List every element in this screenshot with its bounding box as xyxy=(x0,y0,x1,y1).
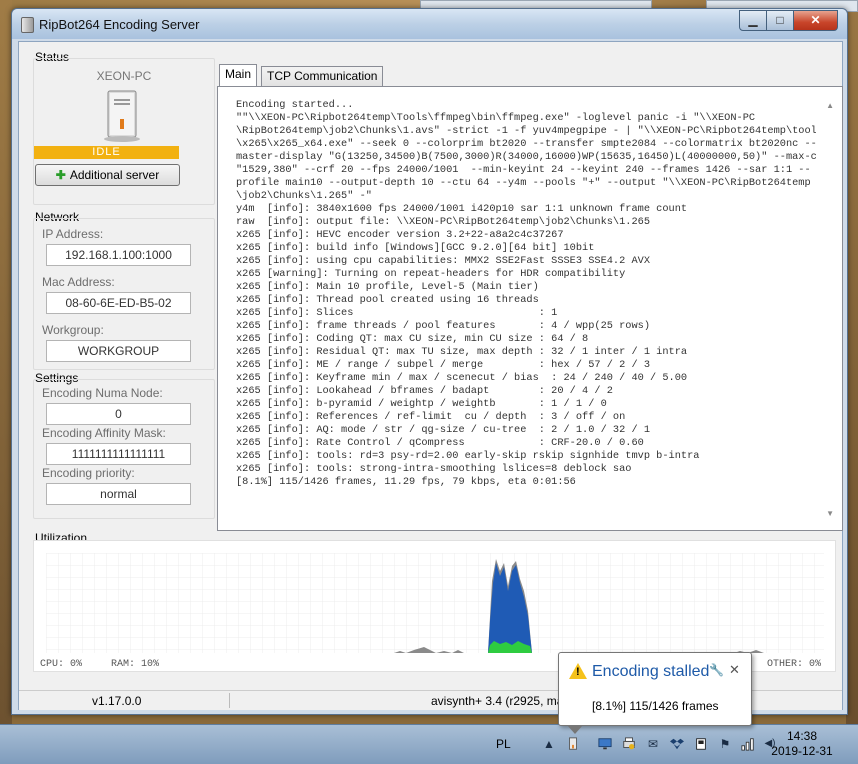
dropbox-icon[interactable] xyxy=(669,737,685,751)
ripbot-window: RipBot264 Encoding Server ▁ □ ✕ Status X… xyxy=(11,8,848,715)
ram-usage-text: RAM: 10% xyxy=(111,659,160,670)
ip-field[interactable]: 192.168.1.100:1000 xyxy=(46,244,191,266)
affinity-field[interactable]: 1111111111111111 xyxy=(46,443,191,465)
avisynth-text: avisynth+ 3.4 (r2925, mas xyxy=(431,694,570,708)
log-line: master-display "G(13250,34500)B(7500,300… xyxy=(236,151,816,163)
network-group: IP Address: 192.168.1.100:1000 Mac Addre… xyxy=(33,218,215,370)
scroll-up-arrow-icon[interactable]: ▲ xyxy=(826,101,834,110)
notification-message: [8.1%] 115/1426 frames xyxy=(592,699,719,713)
network-icon[interactable] xyxy=(740,737,756,751)
log-line: profile main10 --output-depth 10 --ctu 6… xyxy=(236,177,811,189)
printer-icon[interactable] xyxy=(621,737,637,751)
client-area: Status XEON-PC IDLE ✚ Additional server N… xyxy=(18,41,843,710)
tab-tcp-communication[interactable]: TCP Communication xyxy=(261,66,384,86)
log-line: x265 [info]: Lookahead / bframes / badap… xyxy=(236,385,613,397)
notification-settings-icon[interactable]: 🔧 xyxy=(709,663,724,677)
cpu-usage-text: CPU: 0% xyxy=(40,659,83,670)
log-line: x265 [info]: Coding QT: max CU size, min… xyxy=(236,333,589,345)
grid-background xyxy=(46,553,824,653)
log-line: x265 [info]: Keyframe min / max / scenec… xyxy=(236,372,688,384)
priority-field[interactable]: normal xyxy=(46,483,191,505)
mac-label: Mac Address: xyxy=(42,275,115,289)
log-line: x265 [info]: Main 10 profile, Level-5 (M… xyxy=(236,281,539,293)
ripbot-tray-icon[interactable] xyxy=(565,737,581,751)
affinity-label: Encoding Affinity Mask: xyxy=(42,426,166,440)
log-line: x265 [info]: HEVC encoder version 3.2+22… xyxy=(236,229,564,241)
log-line: x265 [info]: AQ: mode / str / qg-size / … xyxy=(236,424,651,436)
notification-title: Encoding stalled xyxy=(592,663,710,680)
minimize-button[interactable]: ▁ xyxy=(739,10,767,31)
clock[interactable]: 14:38 2019-12-31 xyxy=(770,729,834,759)
log-line: \x265\x265_x64.exe" --seek 0 --colorprim… xyxy=(236,138,816,150)
log-line: x265 [info]: tools: strong-intra-smoothi… xyxy=(236,463,632,475)
log-line: x265 [info]: Slices : 1 xyxy=(236,307,558,319)
log-line: x265 [info]: build info [Windows][GCC 9.… xyxy=(236,242,595,254)
log-line: y4m [info]: 3840x1600 fps 24000/1001 i42… xyxy=(236,203,688,215)
server-pc-icon xyxy=(104,90,140,142)
other-usage-text: OTHER: 0% xyxy=(767,659,822,670)
log-line: x265 [info]: ME / range / subpel / merge… xyxy=(236,359,651,371)
close-button[interactable]: ✕ xyxy=(793,10,838,31)
monitor-icon[interactable] xyxy=(597,737,613,751)
log-line: \RipBot264temp\job2\Chunks\1.avs" -stric… xyxy=(236,125,816,137)
log-line: x265 [info]: b-pyramid / weightp / weigh… xyxy=(236,398,607,410)
device-icon[interactable] xyxy=(693,737,709,751)
settings-group: Encoding Numa Node: 0 Encoding Affinity … xyxy=(33,379,215,519)
status-group: XEON-PC IDLE ✚ Additional server xyxy=(33,58,215,205)
log-line: x265 [info]: Rate Control / qCompress : … xyxy=(236,437,644,449)
log-line: ""\\XEON-PC\Ripbot264temp\Tools\ffmpeg\b… xyxy=(236,112,756,124)
app-icon xyxy=(21,17,34,33)
numa-label: Encoding Numa Node: xyxy=(42,386,163,400)
additional-server-label: Additional server xyxy=(69,168,160,182)
log-line: x265 [warning]: Turning on repeat-header… xyxy=(236,268,626,280)
log-line: x265 [info]: Residual QT: max TU size, m… xyxy=(236,346,688,358)
scroll-down-arrow-icon[interactable]: ▼ xyxy=(826,509,834,518)
tab-main[interactable]: Main xyxy=(219,64,258,86)
log-line: x265 [info]: Thread pool created using 1… xyxy=(236,294,539,306)
log-line: "1529,380" --crf 20 --fps 24000/1001 --m… xyxy=(236,164,811,176)
warning-icon-mark: ! xyxy=(576,666,580,678)
workgroup-field[interactable]: WORKGROUP xyxy=(46,340,191,362)
log-line: x265 [info]: using cpu capabilities: MMX… xyxy=(236,255,651,267)
window-title: RipBot264 Encoding Server xyxy=(39,17,200,32)
log-line: raw [info]: output file: \\XEON-PC\RipBo… xyxy=(236,216,651,228)
taskbar: PL ▲ ✉ ⚑ ◀) 14:38 2019-12-31 xyxy=(0,724,858,764)
main-tab-panel: Encoding started... ""\\XEON-PC\Ripbot264… xyxy=(217,86,843,531)
notification-balloon[interactable]: ! Encoding stalled 🔧 ✕ [8.1%] 115/1426 f… xyxy=(558,652,752,734)
encoding-log[interactable]: Encoding started... ""\\XEON-PC\Ripbot264… xyxy=(236,99,816,524)
additional-server-button[interactable]: ✚ Additional server xyxy=(35,164,180,186)
maximize-button[interactable]: □ xyxy=(766,10,794,31)
log-line: x265 [info]: References / ref-limit cu /… xyxy=(236,411,626,423)
title-bar[interactable]: RipBot264 Encoding Server ▁ □ ✕ xyxy=(12,9,847,39)
log-line: [8.1%] 115/1426 frames, 11.29 fps, 79 kb… xyxy=(236,476,576,488)
log-line: \job2\Chunks\1.265" -" xyxy=(236,190,372,202)
version-text: v1.17.0.0 xyxy=(92,694,142,708)
balloon-tail xyxy=(567,725,583,734)
status-separator xyxy=(229,693,230,708)
notification-close-icon[interactable]: ✕ xyxy=(729,662,740,678)
log-line: Encoding started... xyxy=(236,99,354,111)
language-indicator[interactable]: PL xyxy=(496,737,511,751)
pc-name: XEON-PC xyxy=(96,69,152,83)
log-line: x265 [info]: tools: rd=3 psy-rd=2.00 ear… xyxy=(236,450,700,462)
log-line: x265 [info]: frame threads / pool featur… xyxy=(236,320,651,332)
flag-icon[interactable]: ⚑ xyxy=(717,737,733,751)
numa-field[interactable]: 0 xyxy=(46,403,191,425)
ip-label: IP Address: xyxy=(42,227,104,241)
status-badge: IDLE xyxy=(34,146,179,159)
add-icon: ✚ xyxy=(55,168,66,182)
up-arrow-icon[interactable]: ▲ xyxy=(541,737,557,751)
workgroup-label: Workgroup: xyxy=(42,323,104,337)
clock-time: 14:38 xyxy=(786,729,818,743)
mail-icon[interactable]: ✉ xyxy=(645,737,661,751)
priority-label: Encoding priority: xyxy=(42,466,135,480)
clock-date: 2019-12-31 xyxy=(771,744,833,758)
mac-field[interactable]: 08-60-6E-ED-B5-02 xyxy=(46,292,191,314)
